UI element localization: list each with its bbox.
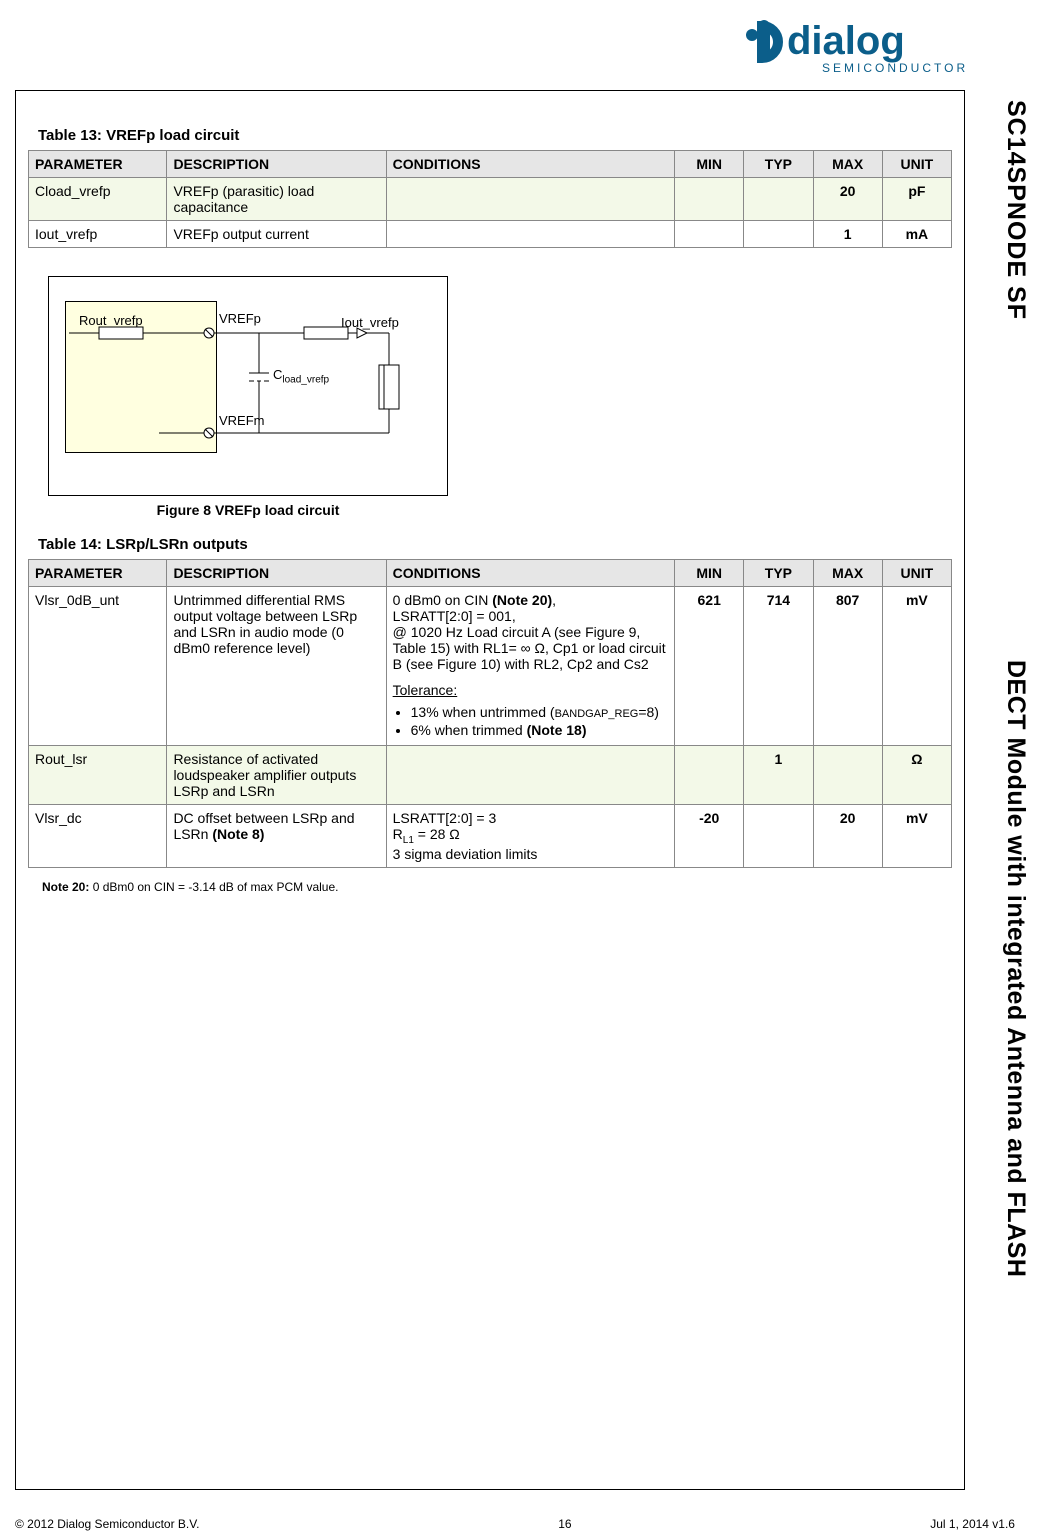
cell-desc: DC offset between LSRp and LSRn (Note 8) <box>167 805 386 868</box>
footer-copyright: © 2012 Dialog Semiconductor B.V. <box>15 1517 200 1531</box>
th-max: MAX <box>813 151 882 178</box>
th-min: MIN <box>675 560 744 587</box>
th-min: MIN <box>675 151 744 178</box>
table14-title: Table 14: LSRp/LSRn outputs <box>38 536 952 553</box>
cell-desc: VREFp (parasitic) load capacitance <box>167 178 386 221</box>
th-description: DESCRIPTION <box>167 151 386 178</box>
th-conditions: CONDITIONS <box>386 151 674 178</box>
table13: PARAMETER DESCRIPTION CONDITIONS MIN TYP… <box>28 150 952 248</box>
th-parameter: PARAMETER <box>29 151 167 178</box>
cell-max: 807 <box>813 587 882 746</box>
company-logo: dialog SEMICONDUCTOR <box>732 10 992 80</box>
cell-max: 1 <box>813 221 882 248</box>
cell-unit: mV <box>882 805 951 868</box>
cell-desc: Resistance of activated loudspeaker ampl… <box>167 746 386 805</box>
cell-min <box>675 178 744 221</box>
cell-param: Vlsr_0dB_unt <box>29 587 167 746</box>
schematic-svg <box>49 277 429 477</box>
table14: PARAMETER DESCRIPTION CONDITIONS MIN TYP… <box>28 559 952 868</box>
figure8-frame: Rout_vrefp VREFp Iout_vrefp Cload_vrefp … <box>48 276 448 496</box>
cell-typ <box>744 221 813 248</box>
content-frame: Table 13: VREFp load circuit PARAMETER D… <box>15 90 965 1490</box>
cell-max: 20 <box>813 178 882 221</box>
cell-desc: Untrimmed differential RMS output voltag… <box>167 587 386 746</box>
cell-typ <box>744 178 813 221</box>
page-footer: © 2012 Dialog Semiconductor B.V. 16 Jul … <box>15 1517 1015 1531</box>
cell-cond <box>386 746 674 805</box>
side-label-description: DECT Module with integrated Antenna and … <box>995 660 1030 1277</box>
cell-param: Cload_vrefp <box>29 178 167 221</box>
cell-typ: 714 <box>744 587 813 746</box>
table-row: Cload_vrefp VREFp (parasitic) load capac… <box>29 178 952 221</box>
cell-min: 621 <box>675 587 744 746</box>
cell-param: Vlsr_dc <box>29 805 167 868</box>
cell-param: Iout_vrefp <box>29 221 167 248</box>
figure8-caption: Figure 8 VREFp load circuit <box>48 502 448 518</box>
table-header-row: PARAMETER DESCRIPTION CONDITIONS MIN TYP… <box>29 151 952 178</box>
table-row: Vlsr_dc DC offset between LSRp and LSRn … <box>29 805 952 868</box>
table-row: Rout_lsr Resistance of activated loudspe… <box>29 746 952 805</box>
note-20: Note 20: 0 dBm0 on CIN = -3.14 dB of max… <box>42 880 952 894</box>
cell-cond: 0 dBm0 on CIN (Note 20), LSRATT[2:0] = 0… <box>386 587 674 746</box>
th-max: MAX <box>813 560 882 587</box>
table-row: Iout_vrefp VREFp output current 1 mA <box>29 221 952 248</box>
th-description: DESCRIPTION <box>167 560 386 587</box>
cell-max: 20 <box>813 805 882 868</box>
th-conditions: CONDITIONS <box>386 560 674 587</box>
th-typ: TYP <box>744 560 813 587</box>
footer-page-number: 16 <box>558 1517 571 1531</box>
page: dialog SEMICONDUCTOR SC14SPNODE SF DECT … <box>0 0 1040 1539</box>
th-unit: UNIT <box>882 151 951 178</box>
table-row: Vlsr_0dB_unt Untrimmed differential RMS … <box>29 587 952 746</box>
cell-min <box>675 221 744 248</box>
cell-cond <box>386 178 674 221</box>
cell-max <box>813 746 882 805</box>
cell-cond: LSRATT[2:0] = 3 RL1 = 28 Ω 3 sigma devia… <box>386 805 674 868</box>
cell-unit: Ω <box>882 746 951 805</box>
cell-unit: pF <box>882 178 951 221</box>
figure8: Rout_vrefp VREFp Iout_vrefp Cload_vrefp … <box>48 276 448 518</box>
th-parameter: PARAMETER <box>29 560 167 587</box>
cell-min <box>675 746 744 805</box>
th-typ: TYP <box>744 151 813 178</box>
cell-unit: mA <box>882 221 951 248</box>
table-header-row: PARAMETER DESCRIPTION CONDITIONS MIN TYP… <box>29 560 952 587</box>
logo-text: dialog <box>787 19 905 63</box>
cell-desc: VREFp output current <box>167 221 386 248</box>
table13-title: Table 13: VREFp load circuit <box>38 127 952 144</box>
cell-param: Rout_lsr <box>29 746 167 805</box>
th-unit: UNIT <box>882 560 951 587</box>
cell-typ: 1 <box>744 746 813 805</box>
cell-typ <box>744 805 813 868</box>
cell-min: -20 <box>675 805 744 868</box>
logo-subtext: SEMICONDUCTOR <box>822 61 968 75</box>
cell-cond <box>386 221 674 248</box>
cell-unit: mV <box>882 587 951 746</box>
footer-date-version: Jul 1, 2014 v1.6 <box>930 1517 1015 1531</box>
side-label-product: SC14SPNODE SF <box>995 100 1030 320</box>
